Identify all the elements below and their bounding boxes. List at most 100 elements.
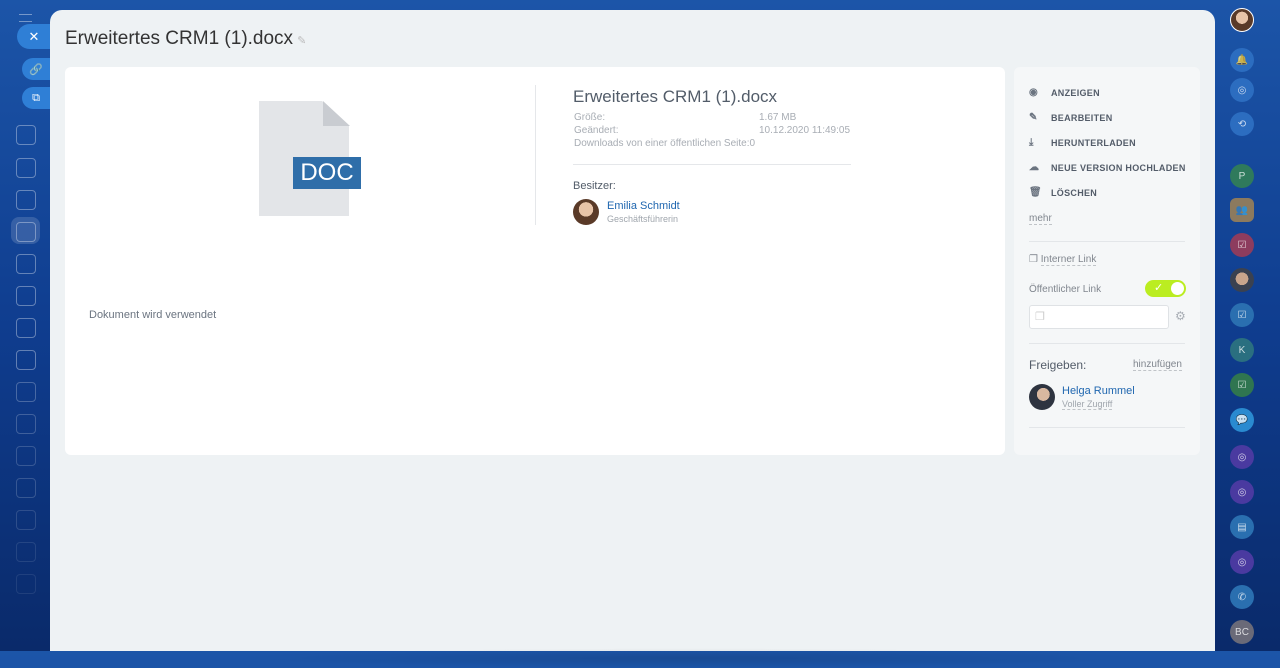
mail-icon[interactable] — [16, 318, 36, 338]
modified-row: Geändert: 10.12.2020 11:49:05 — [574, 125, 850, 136]
divider — [1029, 241, 1185, 242]
title-text: Erweitertes CRM1 (1).docx — [65, 28, 294, 49]
doc-badge: DOC — [293, 157, 361, 189]
pencil-icon: ✎ — [1029, 112, 1038, 123]
sign-icon[interactable] — [16, 382, 36, 402]
document-icon[interactable] — [16, 510, 36, 530]
file-icon-fold — [323, 101, 350, 126]
shared-user-avatar[interactable] — [1029, 384, 1055, 410]
menu-icon[interactable] — [19, 14, 32, 22]
contact-card-icon[interactable]: ▤ — [1230, 515, 1254, 539]
trash-icon: 🗑 — [1029, 187, 1042, 198]
inventory-icon[interactable] — [16, 414, 36, 434]
file-name: Erweitertes CRM1 (1).docx — [573, 87, 778, 106]
action-label: LÖSCHEN — [1051, 187, 1098, 198]
view-button[interactable]: ◉ ANZEIGEN — [1029, 87, 1100, 98]
openline-icon[interactable]: ◎ — [1230, 445, 1254, 469]
chat-avatar-p[interactable]: P — [1230, 164, 1254, 188]
owner-role: Geschäftsführerin — [607, 214, 679, 224]
chat-avatar-bc[interactable]: BC — [1230, 620, 1254, 644]
link-icon: 🔗 — [29, 63, 43, 76]
check-icon: ✓ — [1154, 282, 1164, 294]
divider — [1029, 343, 1185, 344]
robot-icon[interactable] — [16, 542, 36, 562]
owner-avatar[interactable] — [573, 199, 599, 225]
cloud-upload-icon: ☁ — [1029, 162, 1040, 173]
toggle-knob — [1171, 282, 1184, 295]
action-label: BEARBEITEN — [1051, 112, 1113, 123]
copy-icon: ❐ — [1029, 254, 1038, 265]
cart-icon[interactable] — [16, 478, 36, 498]
shared-user-access[interactable]: Voller Zugriff — [1062, 399, 1113, 410]
shared-user-name[interactable]: Helga Rummel — [1062, 385, 1135, 397]
action-label: HERUNTERLADEN — [1051, 137, 1136, 148]
chat-icon[interactable] — [16, 350, 36, 370]
contacts-icon[interactable] — [16, 125, 36, 145]
share-label: Freigeben: — [1029, 358, 1087, 372]
group-chat-icon[interactable]: 👥 — [1230, 198, 1254, 222]
task-chat-icon[interactable]: ☑ — [1230, 303, 1254, 327]
avatar-letter: P — [1238, 170, 1246, 182]
divider — [573, 164, 851, 165]
phone-icon[interactable]: ✆ — [1230, 585, 1254, 609]
task-chat-icon[interactable]: ☑ — [1230, 233, 1254, 257]
internal-link[interactable]: ❐ Interner Link — [1029, 254, 1097, 266]
message-icon[interactable]: 💬 — [1230, 408, 1254, 432]
copy-icon[interactable]: ❐ — [1035, 310, 1045, 323]
downloads-value: 0 — [749, 138, 756, 149]
copy-link-button[interactable]: 🔗 — [22, 58, 50, 80]
edit-button[interactable]: ✎ BEARBEITEN — [1029, 112, 1113, 123]
download-button[interactable]: ⤓ HERUNTERLADEN — [1029, 137, 1136, 148]
close-icon: ✕ — [28, 28, 40, 44]
owner-label: Besitzer: — [573, 180, 616, 192]
download-icon: ⤓ — [1029, 137, 1034, 148]
size-row: Größe: 1.67 MB — [574, 112, 796, 123]
owner-name-link[interactable]: Emilia Schmidt — [607, 200, 680, 212]
external-link-icon: ⧉ — [32, 91, 40, 104]
file-info-card: DOC Erweitertes CRM1 (1).docx Größe: 1.67… — [65, 67, 1005, 455]
upload-new-version-button[interactable]: ☁ NEUE VERSION HOCHLADEN — [1029, 162, 1186, 173]
add-share-link[interactable]: hinzufügen — [1133, 359, 1182, 371]
eye-icon: ◉ — [1029, 87, 1039, 98]
chat-avatar-k[interactable]: K — [1230, 338, 1254, 362]
actions-panel: ◉ ANZEIGEN ✎ BEARBEITEN ⤓ HERUNTERLADEN ☁ NE… — [1014, 67, 1200, 455]
panel-shadow — [230, 648, 1150, 668]
size-value: 1.67 MB — [759, 112, 797, 123]
page-title: Erweitertes CRM1 (1).docx ✎ — [65, 28, 306, 50]
modified-value: 10.12.2020 11:49:05 — [759, 125, 851, 136]
public-link-toggle[interactable]: ✓ — [1145, 280, 1186, 297]
open-new-window-button[interactable]: ⧉ — [22, 87, 50, 109]
openline-icon[interactable]: ◎ — [1230, 550, 1254, 574]
openline-icon[interactable]: ◎ — [1230, 480, 1254, 504]
openlines-icon[interactable]: ◎ — [1230, 78, 1254, 102]
user-chat-avatar[interactable] — [1230, 268, 1254, 292]
user-avatar[interactable] — [1230, 8, 1254, 32]
avatar-letter: BC — [1235, 626, 1249, 638]
public-link-input[interactable]: ❐ — [1029, 305, 1169, 329]
tasks-icon[interactable] — [16, 286, 36, 306]
modified-label: Geändert: — [574, 125, 619, 136]
downloads-row: Downloads von einer öffentlichen Seite:0 — [574, 138, 755, 149]
task-chat-icon[interactable]: ☑ — [1230, 373, 1254, 397]
size-label: Größe: — [574, 112, 606, 123]
news-icon[interactable] — [16, 158, 36, 178]
divider — [1029, 427, 1185, 428]
bell-icon[interactable]: 🔔 — [1230, 48, 1254, 72]
sync-icon[interactable]: ⟲ — [1230, 112, 1254, 136]
document-status: Dokument wird verwendet — [89, 309, 217, 321]
card-icon[interactable] — [16, 574, 36, 594]
more-link[interactable]: mehr — [1029, 213, 1052, 225]
drive-icon[interactable] — [16, 222, 36, 242]
presentation-icon[interactable] — [16, 254, 36, 274]
file-slider-panel: Erweitertes CRM1 (1).docx ✎ DOC Erweitert… — [50, 10, 1215, 668]
action-label: ANZEIGEN — [1051, 87, 1100, 98]
close-button[interactable]: ✕ — [17, 24, 51, 49]
edit-title-icon[interactable]: ✎ — [297, 35, 306, 47]
filter-icon[interactable] — [16, 446, 36, 466]
divider — [535, 85, 536, 225]
gear-icon[interactable]: ⚙ — [1175, 309, 1186, 323]
public-link-label: Öffentlicher Link — [1029, 284, 1102, 295]
internal-link-label: Interner Link — [1040, 254, 1097, 266]
calendar-icon[interactable] — [16, 190, 36, 210]
delete-button[interactable]: 🗑 LÖSCHEN — [1029, 187, 1097, 198]
